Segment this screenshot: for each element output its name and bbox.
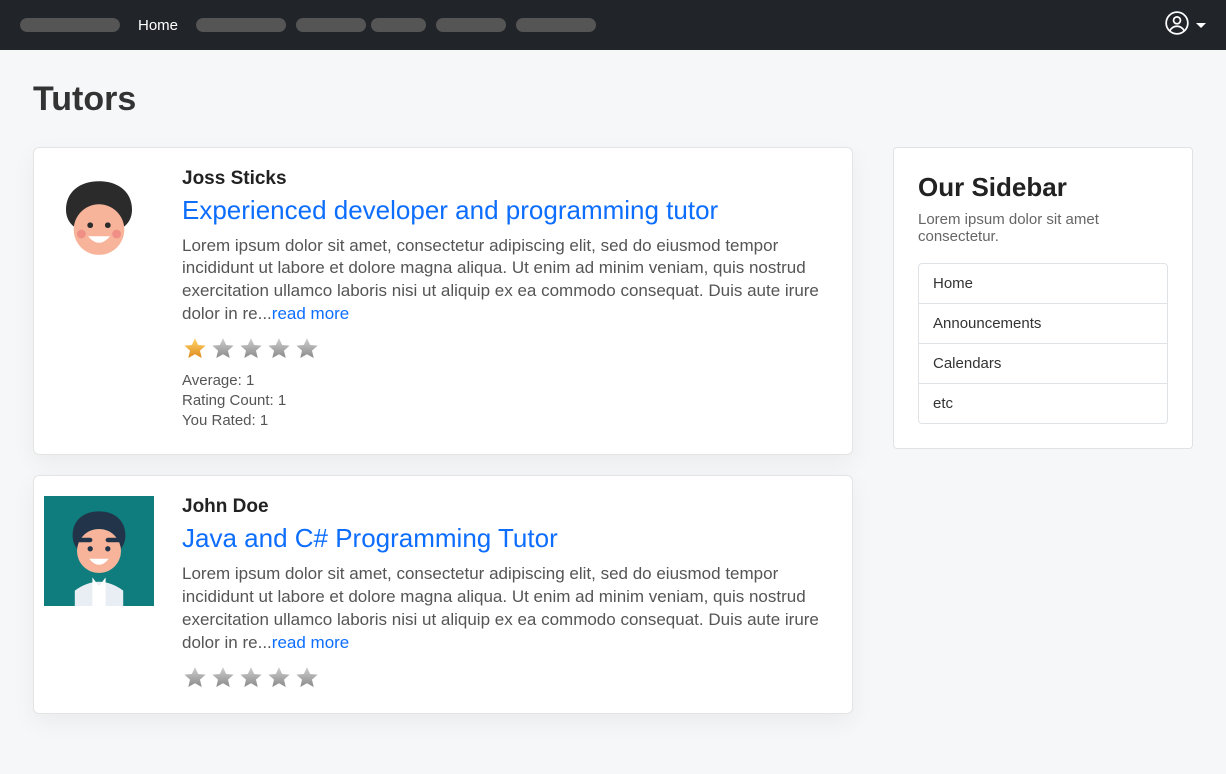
tutor-description: Lorem ipsum dolor sit amet, consectetur …	[182, 235, 828, 327]
star-icon[interactable]	[294, 336, 320, 362]
tutors-list: Joss Sticks Experienced developer and pr…	[33, 147, 853, 734]
star-icon[interactable]	[210, 665, 236, 691]
star-icon[interactable]	[182, 336, 208, 362]
redaction-scribble	[196, 18, 606, 32]
rating-you-rated: You Rated: 1	[182, 412, 828, 429]
star-icon[interactable]	[238, 665, 264, 691]
sidebar-list: Home Announcements Calendars etc	[918, 263, 1168, 424]
redaction-scribble	[20, 18, 120, 32]
avatar	[44, 496, 154, 690]
star-icon[interactable]	[210, 336, 236, 362]
sidebar-card: Our Sidebar Lorem ipsum dolor sit amet c…	[893, 147, 1193, 449]
user-circle-icon	[1164, 10, 1190, 41]
read-more-link[interactable]: read more	[272, 633, 349, 652]
avatar	[44, 168, 154, 432]
tutor-name: Joss Sticks	[182, 168, 828, 190]
rating-count: Rating Count: 1	[182, 392, 828, 409]
star-icon[interactable]	[266, 336, 292, 362]
tutor-card: John Doe Java and C# Programming Tutor L…	[33, 475, 853, 713]
nav-user-menu[interactable]	[1164, 10, 1206, 41]
star-rating[interactable]	[182, 336, 828, 362]
sidebar-item-calendars[interactable]: Calendars	[919, 343, 1167, 383]
sidebar-item-etc[interactable]: etc	[919, 383, 1167, 423]
top-navbar: Home	[0, 0, 1226, 50]
star-icon[interactable]	[294, 665, 320, 691]
sidebar-description: Lorem ipsum dolor sit amet consectetur.	[918, 211, 1168, 245]
star-rating[interactable]	[182, 665, 828, 691]
tutor-headline[interactable]: Java and C# Programming Tutor	[182, 522, 828, 555]
ellipsis: ...	[258, 304, 272, 323]
tutor-headline[interactable]: Experienced developer and programming tu…	[182, 194, 828, 227]
tutor-name: John Doe	[182, 496, 828, 518]
sidebar-item-home[interactable]: Home	[919, 264, 1167, 303]
tutor-description: Lorem ipsum dolor sit amet, consectetur …	[182, 563, 828, 655]
nav-home-link[interactable]: Home	[130, 17, 186, 34]
star-icon[interactable]	[182, 665, 208, 691]
sidebar-title: Our Sidebar	[918, 172, 1168, 203]
read-more-link[interactable]: read more	[272, 304, 349, 323]
rating-average: Average: 1	[182, 372, 828, 389]
star-icon[interactable]	[266, 665, 292, 691]
ellipsis: ...	[258, 633, 272, 652]
page-title: Tutors	[33, 80, 1193, 119]
chevron-down-icon	[1196, 23, 1206, 28]
star-icon[interactable]	[238, 336, 264, 362]
sidebar-item-announcements[interactable]: Announcements	[919, 303, 1167, 343]
tutor-card: Joss Sticks Experienced developer and pr…	[33, 147, 853, 455]
nav-left: Home	[20, 17, 606, 34]
